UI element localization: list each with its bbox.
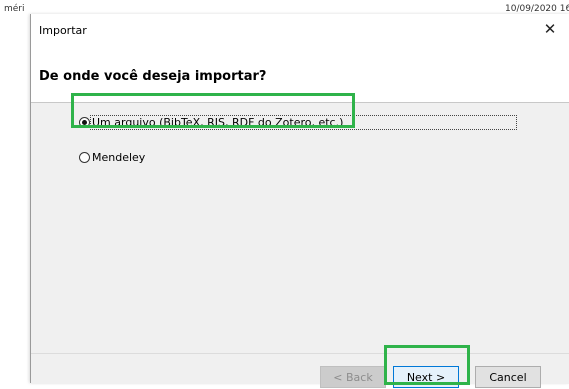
import-dialog: Importar ✕ De onde você deseja importar?… [30, 14, 569, 388]
radio-unchecked-icon[interactable] [79, 151, 90, 163]
highlight-box-next-button [384, 345, 470, 385]
dialog-content: Um arquivo (BibTeX, RIS, RDF do Zotero, … [31, 103, 569, 353]
background-text-left: méri [4, 4, 25, 14]
radio-option-mendeley[interactable]: Mendeley [79, 149, 145, 165]
cancel-button[interactable]: Cancel [475, 366, 541, 388]
dialog-titlebar: Importar ✕ [31, 14, 569, 44]
page-heading: De onde você deseja importar? [39, 69, 267, 84]
back-button[interactable]: < Back [320, 366, 386, 388]
dialog-title: Importar [39, 24, 87, 37]
background-text-right: 10/09/2020 16 [505, 4, 569, 14]
radio-option-mendeley-label: Mendeley [92, 150, 146, 164]
dialog-footer: < Back Next > Cancel [31, 353, 569, 388]
highlight-box-file-option [71, 93, 355, 128]
close-icon[interactable]: ✕ [538, 18, 562, 40]
